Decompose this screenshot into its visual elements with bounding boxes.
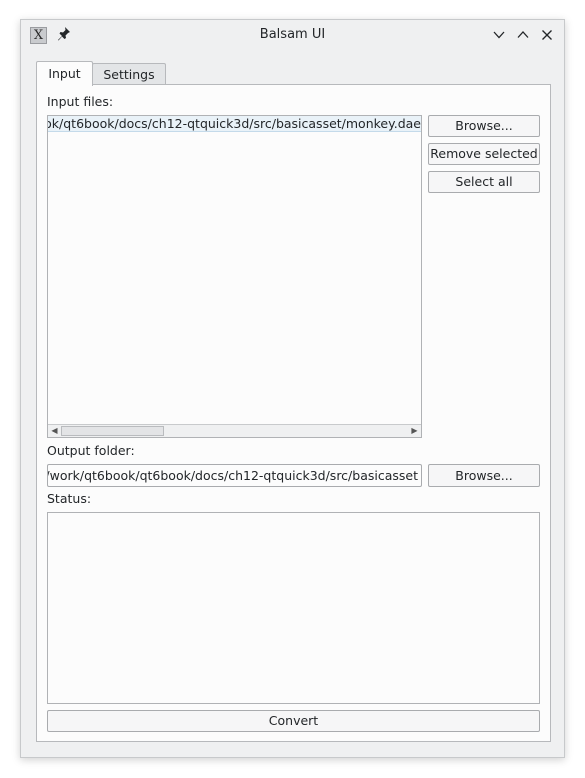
select-all-button[interactable]: Select all bbox=[428, 171, 540, 193]
file-path: ook/qt6book/docs/ch12-qtquick3d/src/basi… bbox=[48, 116, 421, 131]
scrollbar-thumb[interactable] bbox=[61, 426, 164, 436]
tab-input[interactable]: Input bbox=[36, 61, 93, 86]
input-files-list[interactable]: ook/qt6book/docs/ch12-qtquick3d/src/basi… bbox=[47, 115, 422, 438]
window-title: Balsam UI bbox=[259, 27, 326, 42]
browse-output-button[interactable]: Browse... bbox=[428, 464, 540, 487]
output-folder-label: Output folder: bbox=[47, 443, 135, 458]
output-folder-input[interactable]: an/work/qt6book/qt6book/docs/ch12-qtquic… bbox=[47, 464, 422, 487]
scroll-left-arrow-icon[interactable]: ◀ bbox=[48, 425, 61, 437]
chevron-down-icon[interactable] bbox=[491, 27, 507, 43]
main-window: X Balsam UI Input Settings Input files: … bbox=[20, 19, 565, 758]
close-icon[interactable] bbox=[539, 27, 555, 43]
status-label: Status: bbox=[47, 491, 92, 506]
convert-button[interactable]: Convert bbox=[47, 710, 540, 732]
input-tab-panel: Input files: ook/qt6book/docs/ch12-qtqui… bbox=[36, 84, 551, 742]
tab-settings[interactable]: Settings bbox=[92, 63, 166, 85]
browse-input-button[interactable]: Browse... bbox=[428, 115, 540, 137]
output-folder-value: an/work/qt6book/qt6book/docs/ch12-qtquic… bbox=[47, 468, 418, 483]
title-bar[interactable]: X Balsam UI bbox=[21, 20, 564, 50]
input-files-label: Input files: bbox=[47, 94, 114, 109]
horizontal-scrollbar[interactable]: ◀ ▶ bbox=[48, 424, 421, 437]
list-item[interactable]: ook/qt6book/docs/ch12-qtquick3d/src/basi… bbox=[48, 116, 421, 132]
status-text-area[interactable] bbox=[47, 512, 540, 704]
remove-selected-button[interactable]: Remove selected bbox=[428, 143, 540, 165]
chevron-up-icon[interactable] bbox=[515, 27, 531, 43]
scroll-right-arrow-icon[interactable]: ▶ bbox=[408, 425, 421, 437]
